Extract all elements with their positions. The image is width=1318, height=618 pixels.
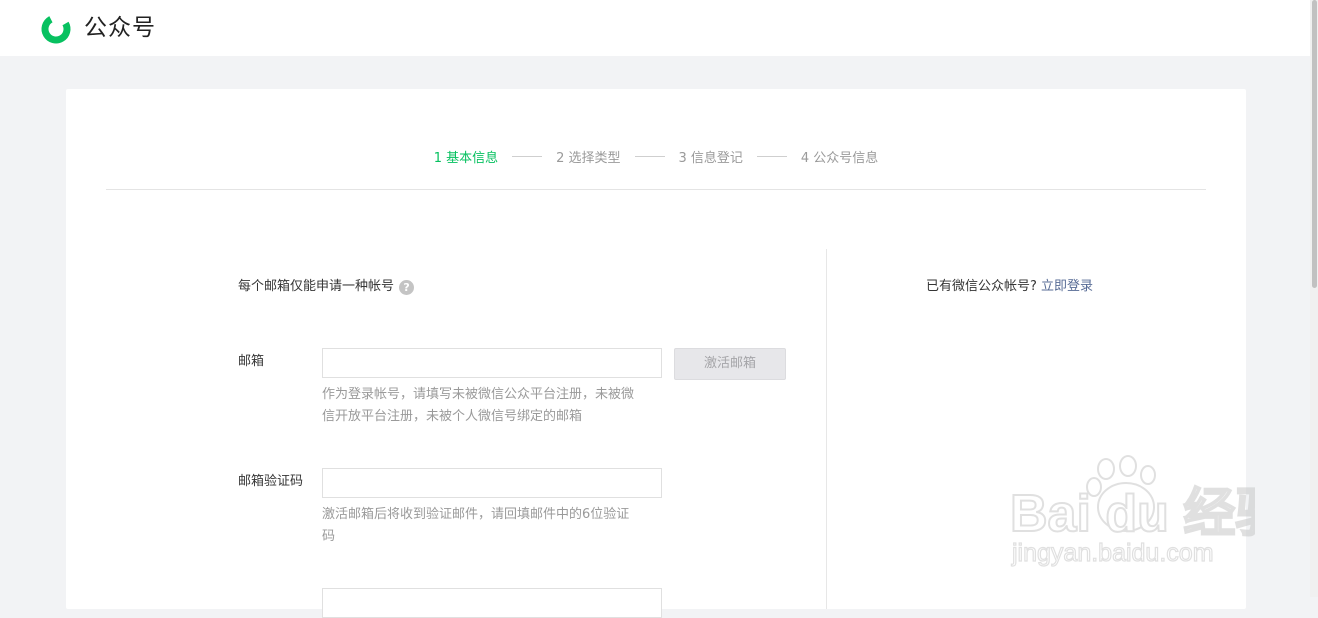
brand-title[interactable]: 公众号: [84, 11, 156, 45]
step-select-type: 2 选择类型: [556, 151, 621, 166]
form-notice: 每个邮箱仅能申请一种帐号 ?: [238, 277, 415, 297]
next-field-input[interactable]: [322, 588, 662, 618]
existing-account-question: 已有微信公众帐号?: [926, 279, 1037, 294]
email-code-hint: 激活邮箱后将收到验证邮件，请回填邮件中的6位验证码: [322, 507, 630, 544]
top-bar: 公众号: [0, 0, 1310, 56]
column-divider: [826, 249, 827, 609]
step-connector: [512, 156, 543, 157]
email-input[interactable]: [322, 348, 662, 378]
official-account-logo-icon[interactable]: [38, 11, 74, 47]
notice-text: 每个邮箱仅能申请一种帐号: [238, 279, 395, 294]
baidu-jingyan-watermark: Bai du 经验 jingyan.baidu.com: [1010, 455, 1255, 568]
step-account-info: 4 公众号信息: [800, 151, 879, 166]
steps-divider: [106, 189, 1206, 190]
help-icon[interactable]: ?: [399, 279, 415, 295]
step-connector: [634, 156, 665, 157]
scrollbar-thumb[interactable]: [1312, 0, 1317, 288]
email-code-label: 邮箱验证码: [238, 474, 304, 489]
step-info-registration: 3 信息登记: [678, 151, 743, 166]
activate-email-button[interactable]: 激活邮箱: [674, 348, 786, 380]
login-link[interactable]: 立即登录: [1041, 279, 1093, 294]
watermark-url: jingyan.baidu.com: [1011, 539, 1214, 567]
step-basic-info: 1 基本信息: [433, 151, 499, 166]
watermark-brand: Bai du 经验: [1010, 485, 1255, 543]
existing-account-prompt: 已有微信公众帐号? 立即登录: [926, 277, 1093, 297]
email-code-input[interactable]: [322, 468, 662, 498]
email-hint: 作为登录帐号，请填写未被微信公众平台注册，未被微信开放平台注册，未被个人微信号绑…: [322, 387, 635, 424]
email-label: 邮箱: [238, 354, 265, 369]
step-connector: [756, 156, 787, 157]
step-indicator: 1 基本信息 2 选择类型 3 信息登记 4 公众号信息: [66, 147, 1246, 166]
